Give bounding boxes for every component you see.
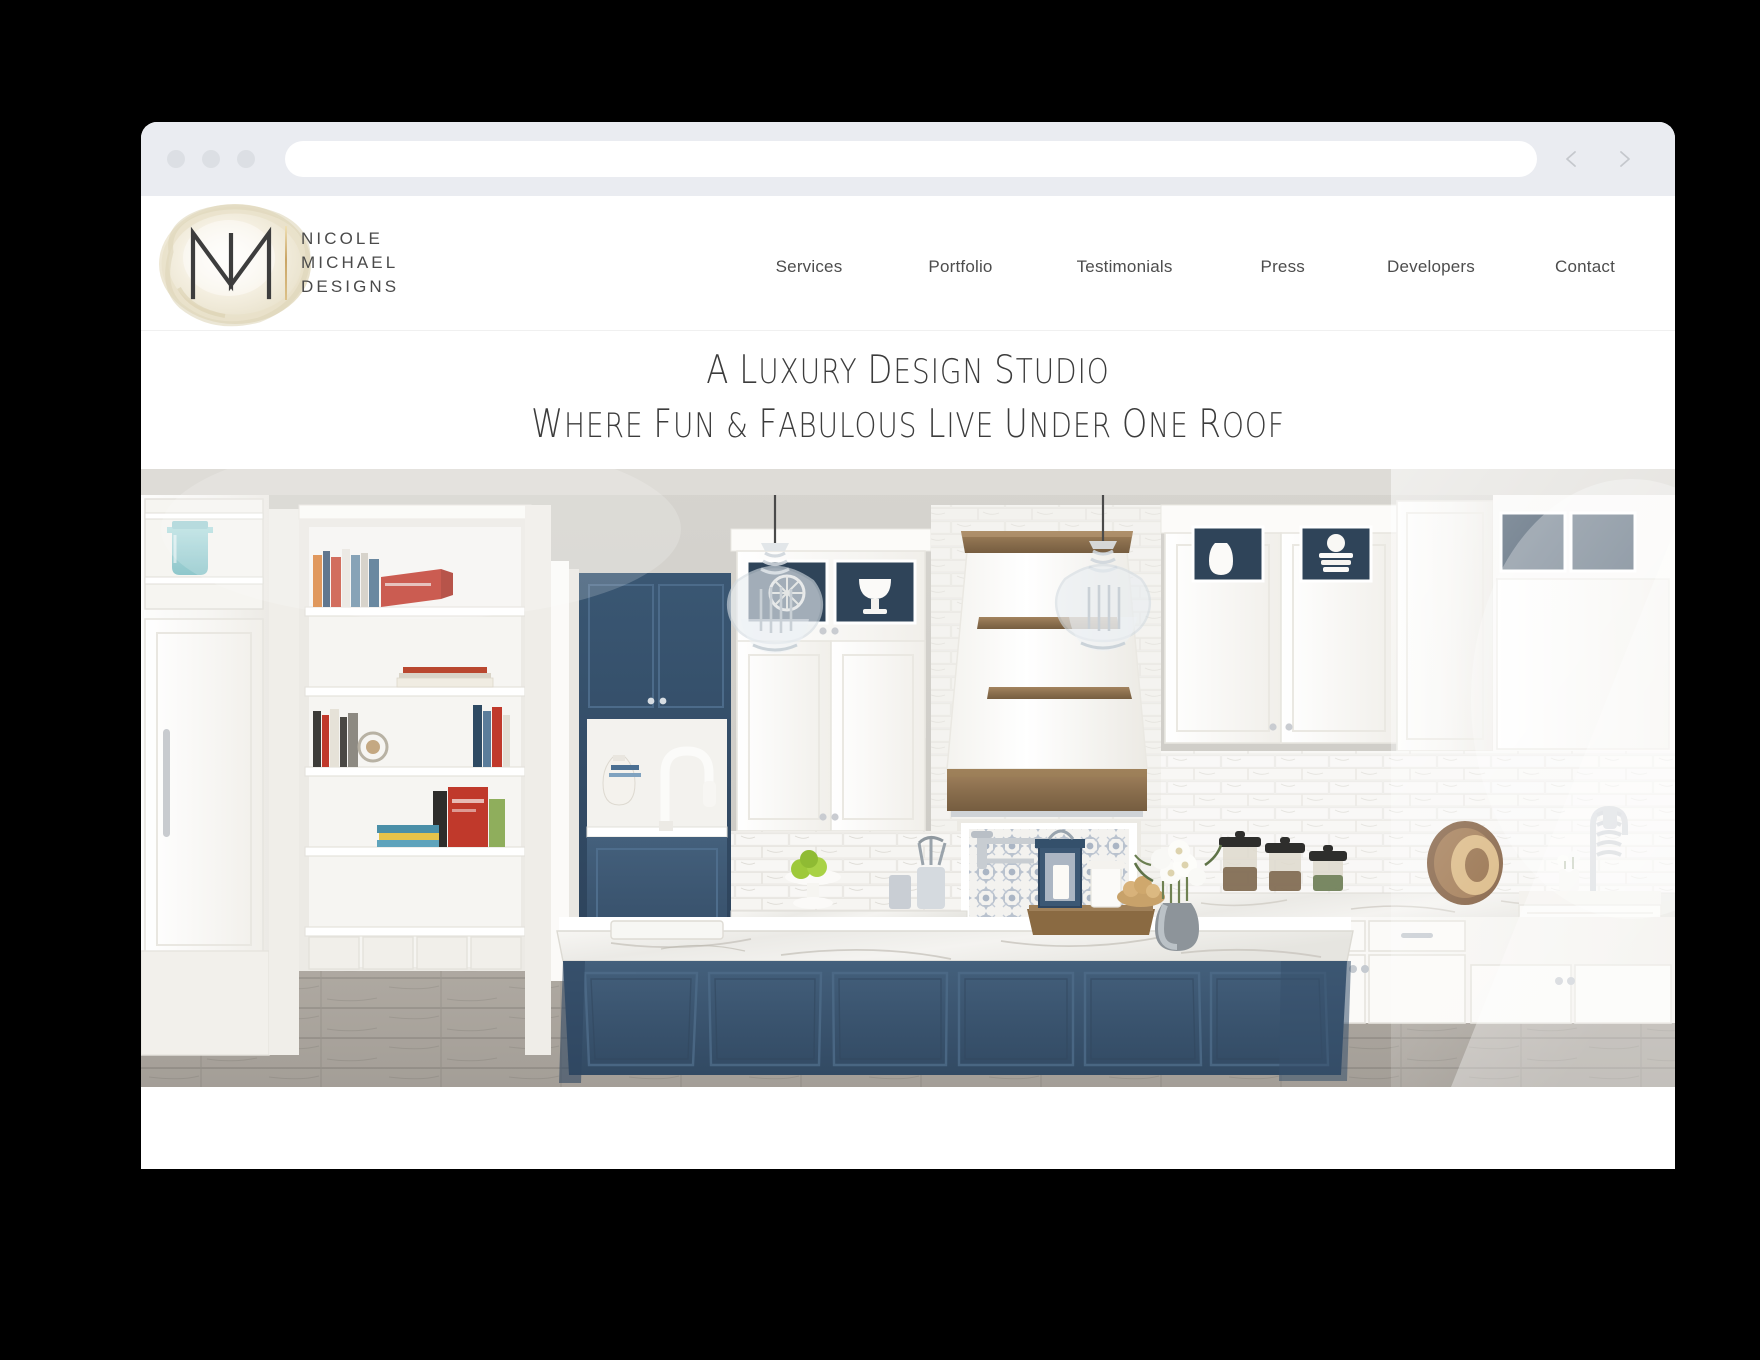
nav-item-contact[interactable]: Contact bbox=[1553, 251, 1617, 283]
window-minimize-dot[interactable] bbox=[202, 150, 220, 168]
tagline-band: A LUXURY DESIGN STUDIO WHERE FUN & FABUL… bbox=[141, 331, 1675, 469]
nm-monogram-icon bbox=[190, 226, 272, 300]
window-close-dot[interactable] bbox=[167, 150, 185, 168]
browser-chrome-bar bbox=[141, 122, 1675, 196]
white-pitcher bbox=[1209, 543, 1233, 575]
kitchen-island-navy bbox=[563, 961, 1347, 1075]
nav-item-portfolio[interactable]: Portfolio bbox=[926, 251, 994, 283]
bookshelf-books-row2 bbox=[396, 667, 494, 688]
tagline-line-2: WHERE FUN & FABULOUS LIVE UNDER ONE ROOF bbox=[531, 401, 1285, 447]
window-controls bbox=[167, 150, 255, 168]
url-input[interactable] bbox=[285, 141, 1537, 177]
tagline-line-1: A LUXURY DESIGN STUDIO bbox=[706, 347, 1110, 393]
back-arrow-icon[interactable] bbox=[1559, 146, 1585, 172]
nav-item-services[interactable]: Services bbox=[774, 251, 845, 283]
wordmark-line-nicole: NICOLE bbox=[301, 229, 383, 248]
device-frame: NICOLE MICHAEL DESIGNS Services Portfoli… bbox=[28, 18, 1676, 1324]
nav-item-press[interactable]: Press bbox=[1259, 251, 1307, 283]
browser-navigation-arrows bbox=[1559, 146, 1653, 172]
kitchen-illustration bbox=[141, 469, 1675, 1087]
site-header: NICOLE MICHAEL DESIGNS Services Portfoli… bbox=[141, 196, 1675, 331]
logo-wordmark: NICOLE MICHAEL DESIGNS bbox=[301, 227, 399, 299]
wordmark-line-designs: DESIGNS bbox=[301, 277, 400, 296]
island-sink bbox=[610, 920, 724, 940]
navy-lantern bbox=[1035, 829, 1085, 908]
brand-logo[interactable]: NICOLE MICHAEL DESIGNS bbox=[141, 196, 421, 331]
main-navigation: Services Portfolio Testimonials Press De… bbox=[421, 251, 1675, 283]
nav-item-testimonials[interactable]: Testimonials bbox=[1075, 251, 1175, 283]
wordmark-line-michael: MICHAEL bbox=[301, 253, 399, 272]
nav-item-developers[interactable]: Developers bbox=[1385, 251, 1477, 283]
browser-window: NICOLE MICHAEL DESIGNS Services Portfoli… bbox=[141, 122, 1675, 1169]
hero-kitchen-image bbox=[141, 469, 1675, 1087]
forward-arrow-icon[interactable] bbox=[1611, 146, 1637, 172]
window-maximize-dot[interactable] bbox=[237, 150, 255, 168]
logo-gold-divider bbox=[285, 226, 287, 300]
